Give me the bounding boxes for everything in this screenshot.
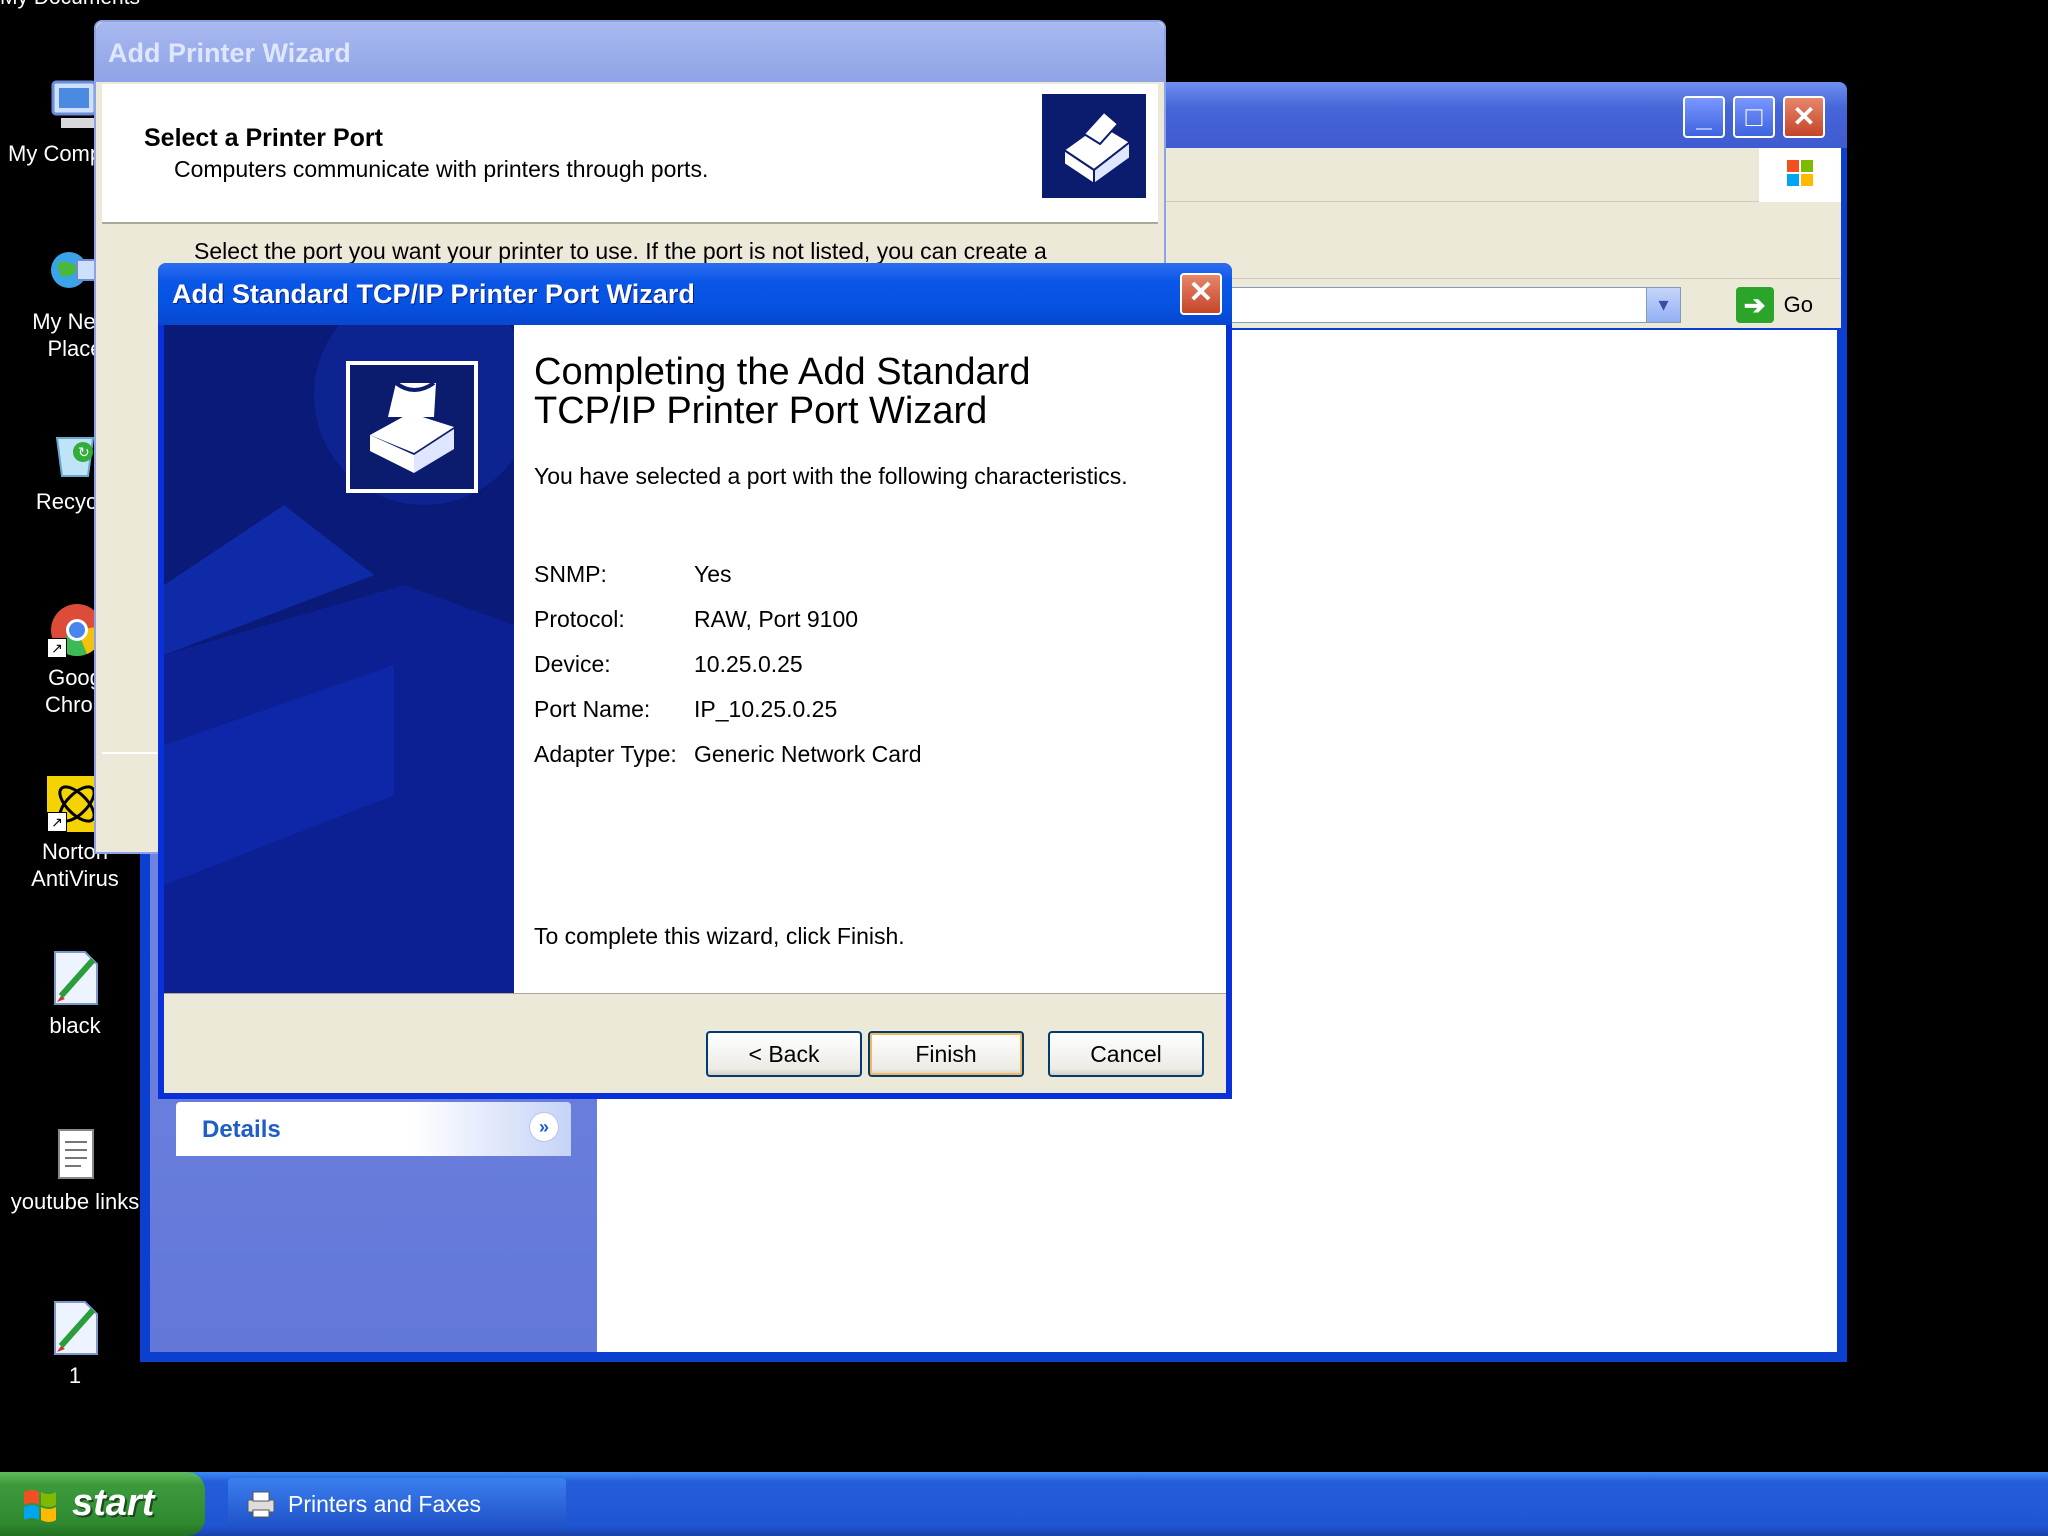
cancel-button[interactable]: Cancel (1048, 1031, 1204, 1077)
windows-flag-icon (24, 1490, 56, 1522)
minimize-icon[interactable]: _ (1683, 96, 1725, 138)
image-file-icon (47, 1300, 103, 1356)
finish-instruction: To complete this wizard, click Finish. (534, 923, 905, 949)
wizard-heading: Select a Printer Port (144, 124, 383, 152)
expand-chevron-icon[interactable]: » (529, 1112, 559, 1142)
close-icon[interactable]: ✕ (1783, 96, 1825, 138)
taskbar-item-label: Printers and Faxes (288, 1491, 482, 1517)
property-key: SNMP: (534, 561, 607, 587)
property-value: 10.25.0.25 (694, 651, 803, 677)
wizard-intro: You have selected a port with the follow… (534, 463, 1128, 489)
divider (164, 993, 1226, 994)
dialog-title: Add Standard TCP/IP Printer Port Wizard (172, 279, 695, 309)
printer-wizard-icon (346, 361, 478, 493)
desktop-icon-black[interactable]: black (0, 950, 150, 1039)
property-value: Generic Network Card (694, 741, 922, 767)
start-button[interactable]: start (0, 1472, 205, 1536)
property-key: Adapter Type: (534, 741, 677, 767)
taskbar-item-printers-and-faxes[interactable]: Printers and Faxes (228, 1478, 566, 1530)
property-key: Port Name: (534, 696, 651, 722)
start-label: start (72, 1482, 155, 1524)
windows-logo-icon (1759, 148, 1841, 202)
image-file-icon (47, 950, 103, 1006)
desktop-icon-youtube-links[interactable]: youtube links (0, 1126, 150, 1215)
add-printer-wizard-titlebar[interactable]: Add Printer Wizard (96, 22, 1164, 82)
desktop-icon-label: black (49, 1013, 101, 1038)
taskbar: start Printers and Faxes (0, 1472, 2048, 1536)
shortcut-arrow-icon: ↗ (47, 638, 67, 658)
property-key: Protocol: (534, 606, 625, 632)
property-key: Device: (534, 651, 611, 677)
wizard-header: Select a Printer Port Computers communic… (102, 84, 1158, 224)
wizard-content: Completing the Add Standard TCP/IP Print… (514, 325, 1226, 993)
desktop-top-label: My Documents (0, 0, 140, 10)
tcp-ip-port-wizard-dialog: Add Standard TCP/IP Printer Port Wizard … (158, 263, 1232, 1099)
heading-line-1: Completing the Add Standard (534, 351, 1031, 393)
desktop-icon-label: youtube links (10, 1189, 140, 1214)
printer-port-icon (1042, 94, 1146, 198)
svg-text:↻: ↻ (78, 445, 90, 461)
shortcut-arrow-icon: ↗ (47, 812, 67, 832)
heading-line-2: TCP/IP Printer Port Wizard (534, 390, 988, 432)
close-icon[interactable]: ✕ (1180, 273, 1222, 315)
go-arrow-icon: ➔ (1735, 287, 1774, 323)
chevron-down-icon[interactable]: ▾ (1646, 288, 1680, 322)
desktop-icon-label: 1 (68, 1363, 82, 1388)
wizard-heading: Completing the Add Standard TCP/IP Print… (534, 353, 1030, 431)
go-label: Go (1783, 292, 1813, 317)
property-value: Yes (694, 561, 732, 587)
dialog-title: Add Printer Wizard (108, 38, 351, 68)
back-button[interactable]: < Back (706, 1031, 862, 1077)
tcp-wizard-titlebar[interactable]: Add Standard TCP/IP Printer Port Wizard … (158, 263, 1232, 325)
tcp-wizard-client: Completing the Add Standard TCP/IP Print… (164, 325, 1226, 1093)
maximize-icon[interactable]: □ (1733, 96, 1775, 138)
details-panel-header[interactable]: Details » (176, 1102, 571, 1156)
wizard-subheading: Computers communicate with printers thro… (174, 156, 709, 182)
property-value: IP_10.25.0.25 (694, 696, 838, 722)
wizard-body-text: Select the port you want your printer to… (194, 238, 1047, 264)
go-button[interactable]: ➔ Go (1735, 287, 1813, 323)
finish-button[interactable]: Finish (868, 1031, 1024, 1077)
text-file-icon (47, 1126, 103, 1182)
property-value: RAW, Port 9100 (694, 606, 859, 632)
wizard-side-graphic (164, 325, 514, 993)
desktop-icon-1[interactable]: 1 (0, 1300, 150, 1389)
details-label: Details (202, 1116, 281, 1143)
printer-icon (247, 1491, 275, 1518)
